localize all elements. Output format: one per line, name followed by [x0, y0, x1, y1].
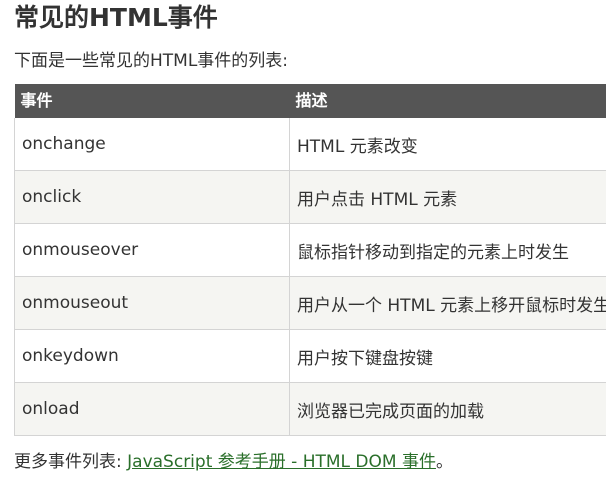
table-row: onmouseover 鼠标指针移动到指定的元素上时发生 — [14, 223, 606, 277]
header-description: 描述 — [289, 84, 606, 118]
footer-prefix: 更多事件列表: — [14, 452, 128, 472]
event-name-cell: onkeydown — [14, 329, 290, 383]
table-body: onchange HTML 元素改变 onclick 用户点击 HTML 元素 … — [14, 118, 606, 436]
events-table: 事件 描述 onchange HTML 元素改变 onclick 用户点击 HT… — [14, 84, 606, 436]
table-header: 事件 描述 — [14, 84, 606, 118]
event-description-cell: 用户从一个 HTML 元素上移开鼠标时发生 — [289, 276, 606, 330]
footer-text: 更多事件列表: JavaScript 参考手册 - HTML DOM 事件。 — [14, 450, 453, 474]
event-name-cell: onmouseover — [14, 223, 290, 277]
event-name-cell: onclick — [14, 170, 290, 224]
event-name-cell: onmouseout — [14, 276, 290, 330]
table-row: onchange HTML 元素改变 — [14, 118, 606, 171]
dom-events-reference-link[interactable]: JavaScript 参考手册 - HTML DOM 事件 — [127, 452, 436, 472]
event-name-cell: onload — [14, 382, 290, 436]
table-row: onload 浏览器已完成页面的加载 — [14, 382, 606, 436]
table-row: onmouseout 用户从一个 HTML 元素上移开鼠标时发生 — [14, 276, 606, 330]
page: 常见的HTML事件 下面是一些常见的HTML事件的列表: 事件 描述 oncha… — [0, 0, 606, 478]
table-row: onkeydown 用户按下键盘按键 — [14, 329, 606, 383]
header-event: 事件 — [14, 84, 290, 118]
footer-suffix: 。 — [435, 452, 453, 472]
event-description-cell: 用户点击 HTML 元素 — [289, 170, 606, 224]
event-description-cell: 用户按下键盘按键 — [289, 329, 606, 383]
table-row: onclick 用户点击 HTML 元素 — [14, 170, 606, 224]
table-header-row: 事件 描述 — [14, 84, 606, 118]
events-table-wrapper: 事件 描述 onchange HTML 元素改变 onclick 用户点击 HT… — [14, 84, 606, 436]
event-description-cell: 鼠标指针移动到指定的元素上时发生 — [289, 223, 606, 277]
intro-text: 下面是一些常见的HTML事件的列表: — [14, 51, 289, 71]
page-title: 常见的HTML事件 — [14, 3, 218, 32]
event-description-cell: 浏览器已完成页面的加载 — [289, 382, 606, 436]
event-name-cell: onchange — [14, 118, 290, 171]
event-description-cell: HTML 元素改变 — [289, 118, 606, 171]
